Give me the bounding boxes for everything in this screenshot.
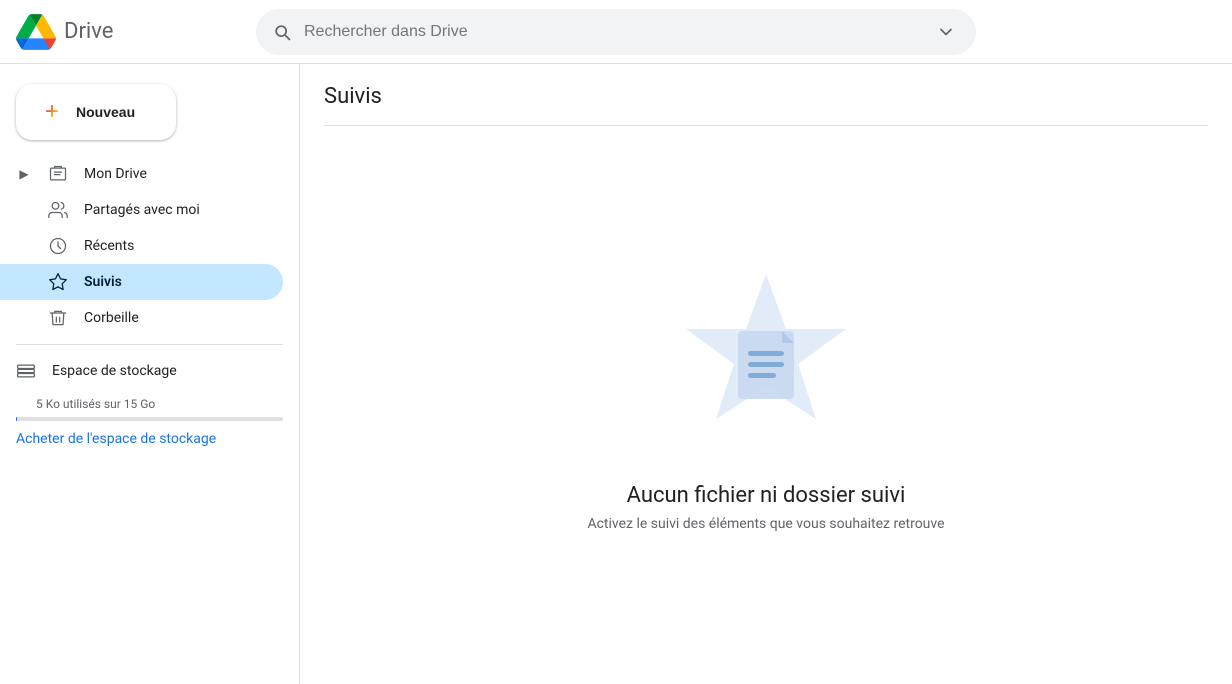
new-button[interactable]: Nouveau: [16, 84, 176, 140]
buy-storage-text: Acheter de l'espace de stockage: [16, 431, 216, 447]
sidebar-item-suivis[interactable]: ▶ Suivis: [0, 264, 283, 300]
empty-state-title: Aucun fichier ni dossier suivi: [627, 483, 906, 508]
page-title: Suivis: [324, 84, 1208, 109]
sidebar-item-label: Partagés avec moi: [84, 202, 200, 218]
empty-state-subtitle: Activez le suivi des éléments que vous s…: [587, 516, 944, 532]
sidebar-item-label: Mon Drive: [84, 166, 147, 182]
suivis-icon: [48, 272, 68, 292]
sidebar-item-corbeille[interactable]: ▶ Corbeille: [0, 300, 283, 336]
new-button-label: Nouveau: [76, 104, 135, 120]
mon-drive-icon: [48, 164, 68, 184]
empty-illustration: [666, 259, 866, 459]
buy-storage-link[interactable]: Acheter de l'espace de stockage: [0, 429, 299, 450]
expand-icon: ▶: [16, 167, 32, 181]
sidebar-item-label: Corbeille: [84, 310, 139, 326]
empty-state-illustration: [666, 259, 866, 459]
search-dropdown-button[interactable]: [932, 18, 960, 46]
storage-section: Espace de stockage: [0, 353, 299, 397]
sidebar-item-partages[interactable]: ▶ Partagés avec moi: [0, 192, 283, 228]
sidebar-item-recents[interactable]: ▶ Récents: [0, 228, 283, 264]
recents-icon: [48, 236, 68, 256]
storage-used-text: 5 Ko utilisés sur 15 Go: [0, 397, 299, 411]
sidebar-item-label: Récents: [84, 238, 134, 254]
search-input[interactable]: [304, 23, 920, 41]
partages-icon: [48, 200, 68, 220]
search-icon: [272, 22, 292, 42]
main-content: Suivis Aucun fich: [300, 64, 1232, 684]
corbeille-icon: [48, 308, 68, 328]
sidebar: Nouveau ▶ Mon Drive ▶: [0, 64, 300, 684]
plus-icon: [40, 100, 64, 124]
sidebar-item-label: Suivis: [84, 274, 122, 290]
app-name: Drive: [64, 19, 113, 44]
storage-bar: [16, 417, 283, 421]
storage-title: Espace de stockage: [52, 363, 177, 379]
empty-state: Aucun fichier ni dossier suivi Activez l…: [324, 126, 1208, 664]
sidebar-item-mon-drive[interactable]: ▶ Mon Drive: [0, 156, 283, 192]
search-bar: [256, 9, 976, 55]
header: Drive: [0, 0, 1232, 64]
storage-label: Espace de stockage: [16, 361, 283, 381]
storage-bar-fill: [16, 417, 17, 421]
drive-logo-icon: [16, 12, 56, 52]
storage-icon: [16, 361, 36, 381]
chevron-down-icon: [936, 22, 956, 42]
sidebar-divider: [16, 344, 283, 345]
logo-area: Drive: [16, 12, 256, 52]
layout: Nouveau ▶ Mon Drive ▶: [0, 64, 1232, 684]
